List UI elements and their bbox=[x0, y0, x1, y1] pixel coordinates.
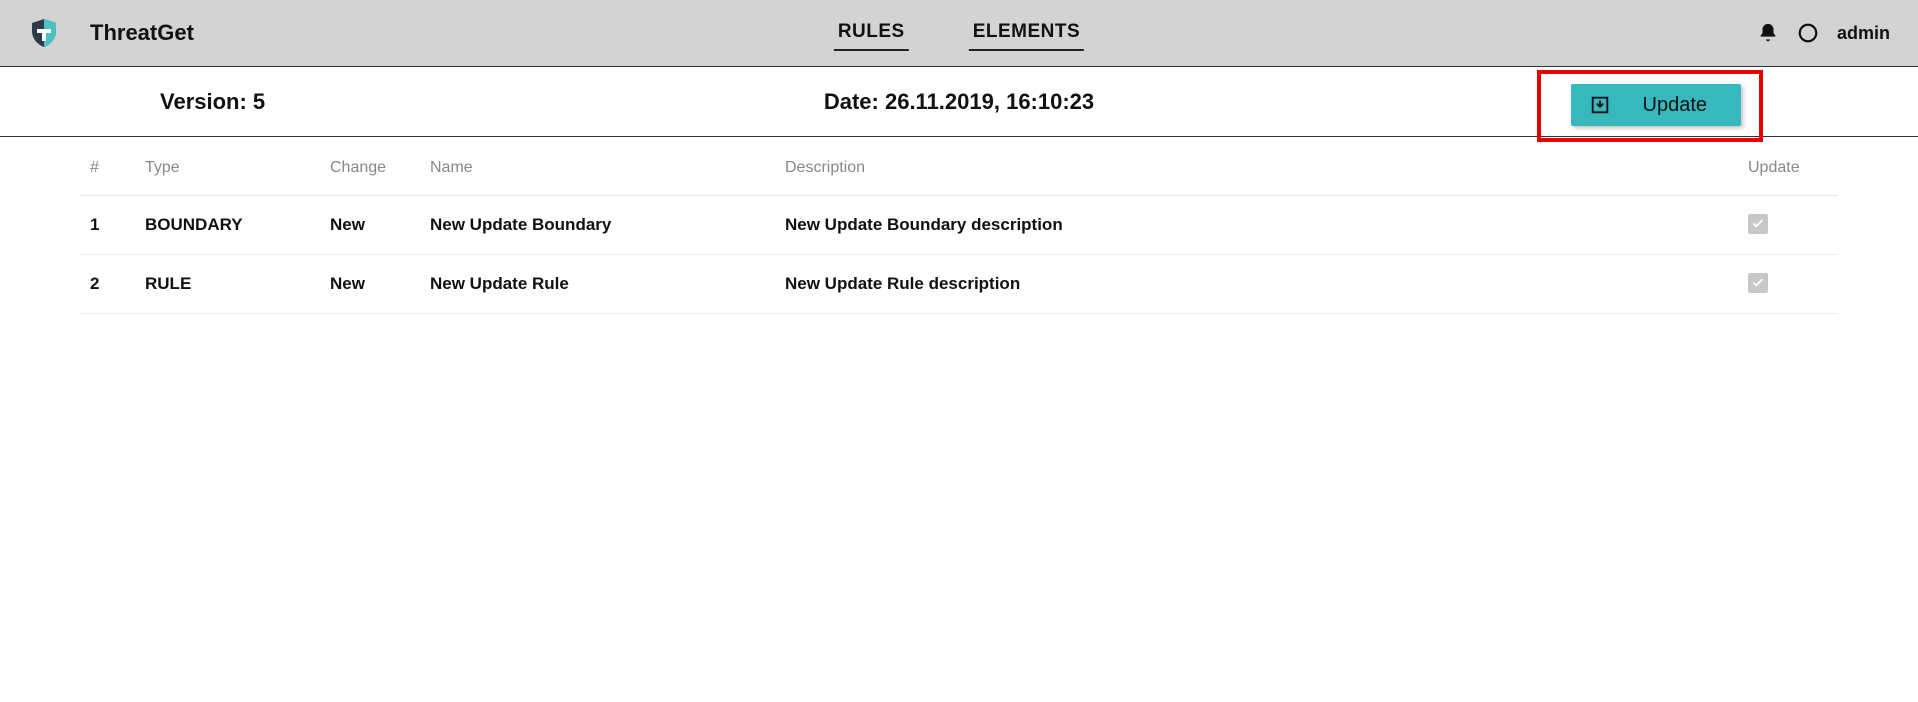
info-bar: Version: 5 Date: 26.11.2019, 16:10:23 Up… bbox=[0, 67, 1918, 137]
cell-update bbox=[1738, 196, 1838, 255]
app-title: ThreatGet bbox=[90, 20, 194, 46]
col-header-num: # bbox=[80, 137, 135, 196]
updates-table-wrap: # Type Change Name Description Update 1B… bbox=[0, 137, 1918, 314]
cell-type: RULE bbox=[135, 255, 320, 314]
nav-tabs: RULES ELEMENTS bbox=[834, 15, 1084, 51]
cell-name: New Update Rule bbox=[420, 255, 775, 314]
cell-num: 2 bbox=[80, 255, 135, 314]
user-avatar-icon[interactable] bbox=[1797, 22, 1819, 44]
update-button-highlight: Update bbox=[1537, 70, 1764, 142]
version-label: Version: 5 bbox=[160, 89, 265, 115]
cell-description: New Update Rule description bbox=[775, 255, 1738, 314]
col-header-type: Type bbox=[135, 137, 320, 196]
cell-type: BOUNDARY bbox=[135, 196, 320, 255]
col-header-update: Update bbox=[1738, 137, 1838, 196]
col-header-description: Description bbox=[775, 137, 1738, 196]
cell-description: New Update Boundary description bbox=[775, 196, 1738, 255]
cell-update bbox=[1738, 255, 1838, 314]
date-label: Date: 26.11.2019, 16:10:23 bbox=[824, 89, 1094, 115]
table-row: 1BOUNDARYNewNew Update BoundaryNew Updat… bbox=[80, 196, 1838, 255]
checkbox-checked-icon[interactable] bbox=[1748, 273, 1768, 293]
table-row: 2RULENewNew Update RuleNew Update Rule d… bbox=[80, 255, 1838, 314]
table-header-row: # Type Change Name Description Update bbox=[80, 137, 1838, 196]
cell-change: New bbox=[320, 196, 420, 255]
top-bar: ThreatGet RULES ELEMENTS admin bbox=[0, 0, 1918, 67]
app-logo-icon bbox=[28, 17, 60, 49]
update-button-label: Update bbox=[1643, 94, 1708, 117]
cell-change: New bbox=[320, 255, 420, 314]
checkbox-checked-icon[interactable] bbox=[1748, 214, 1768, 234]
cell-num: 1 bbox=[80, 196, 135, 255]
notifications-icon[interactable] bbox=[1757, 22, 1779, 44]
topbar-right: admin bbox=[1757, 22, 1890, 44]
username-label[interactable]: admin bbox=[1837, 23, 1890, 44]
topbar-left: ThreatGet bbox=[28, 17, 194, 49]
col-header-name: Name bbox=[420, 137, 775, 196]
update-button[interactable]: Update bbox=[1571, 84, 1742, 126]
col-header-change: Change bbox=[320, 137, 420, 196]
updates-table: # Type Change Name Description Update 1B… bbox=[80, 137, 1838, 314]
download-icon bbox=[1589, 94, 1611, 116]
cell-name: New Update Boundary bbox=[420, 196, 775, 255]
tab-rules[interactable]: RULES bbox=[834, 15, 909, 51]
tab-elements[interactable]: ELEMENTS bbox=[969, 15, 1084, 51]
